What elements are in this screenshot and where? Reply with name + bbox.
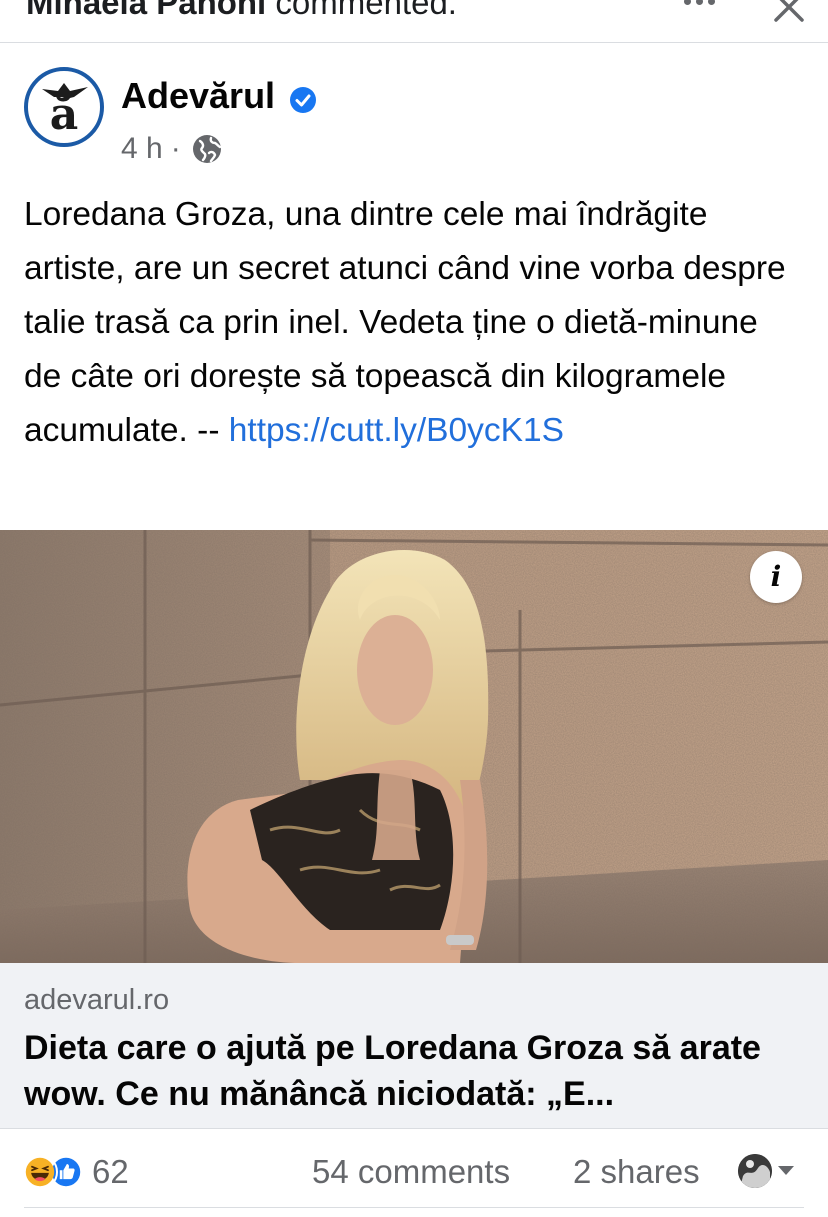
actor-name[interactable]: Mihaela Pahoni	[26, 0, 266, 21]
post-time[interactable]: 4 h	[121, 132, 163, 166]
chevron-down-icon[interactable]	[778, 1166, 794, 1175]
activity-action: commented.	[275, 0, 457, 21]
link-domain: adevarul.ro	[24, 984, 170, 1016]
shares-count[interactable]: 2 shares	[573, 1152, 700, 1192]
page-name[interactable]: Adevărul	[121, 76, 275, 116]
meta-separator: ·	[170, 132, 181, 165]
post-link[interactable]: https://cutt.ly/B0ycK1S	[229, 412, 564, 449]
profile-picture-icon	[738, 1154, 772, 1188]
reaction-count: 62	[92, 1153, 129, 1190]
haha-icon	[22, 1154, 58, 1190]
post-text: Loredana Groza, una dintre cele mai îndr…	[24, 188, 804, 458]
globe-icon	[192, 135, 221, 163]
photo-illustration	[0, 530, 828, 963]
engagement-bar: 62 54 comments 2 shares	[0, 1130, 828, 1217]
reactions-summary[interactable]: 62	[22, 1152, 129, 1192]
activity-text: Mihaela Pahoni commented.	[26, 0, 457, 22]
viewer-avatar[interactable]	[738, 1154, 772, 1188]
page-avatar[interactable]: ă	[24, 67, 104, 147]
divider	[24, 1207, 804, 1208]
link-headline: Dieta care o ajută pe Loredana Groza să …	[24, 1029, 761, 1113]
close-icon[interactable]	[770, 0, 806, 26]
post-meta: 4 h ·	[121, 132, 223, 166]
activity-header: Mihaela Pahoni commented.	[0, 0, 828, 43]
link-preview-card[interactable]: adevarul.ro Dieta care o ajută pe Loreda…	[0, 963, 828, 1129]
avatar-letter: ă	[49, 89, 79, 140]
post-image[interactable]	[0, 530, 828, 963]
verified-badge-icon	[290, 87, 316, 113]
ad-info-button[interactable]: i	[750, 551, 802, 603]
more-options-icon[interactable]	[680, 0, 720, 12]
comments-count[interactable]: 54 comments	[312, 1152, 510, 1192]
post-header: ă Adevărul 4 h ·	[0, 60, 828, 170]
